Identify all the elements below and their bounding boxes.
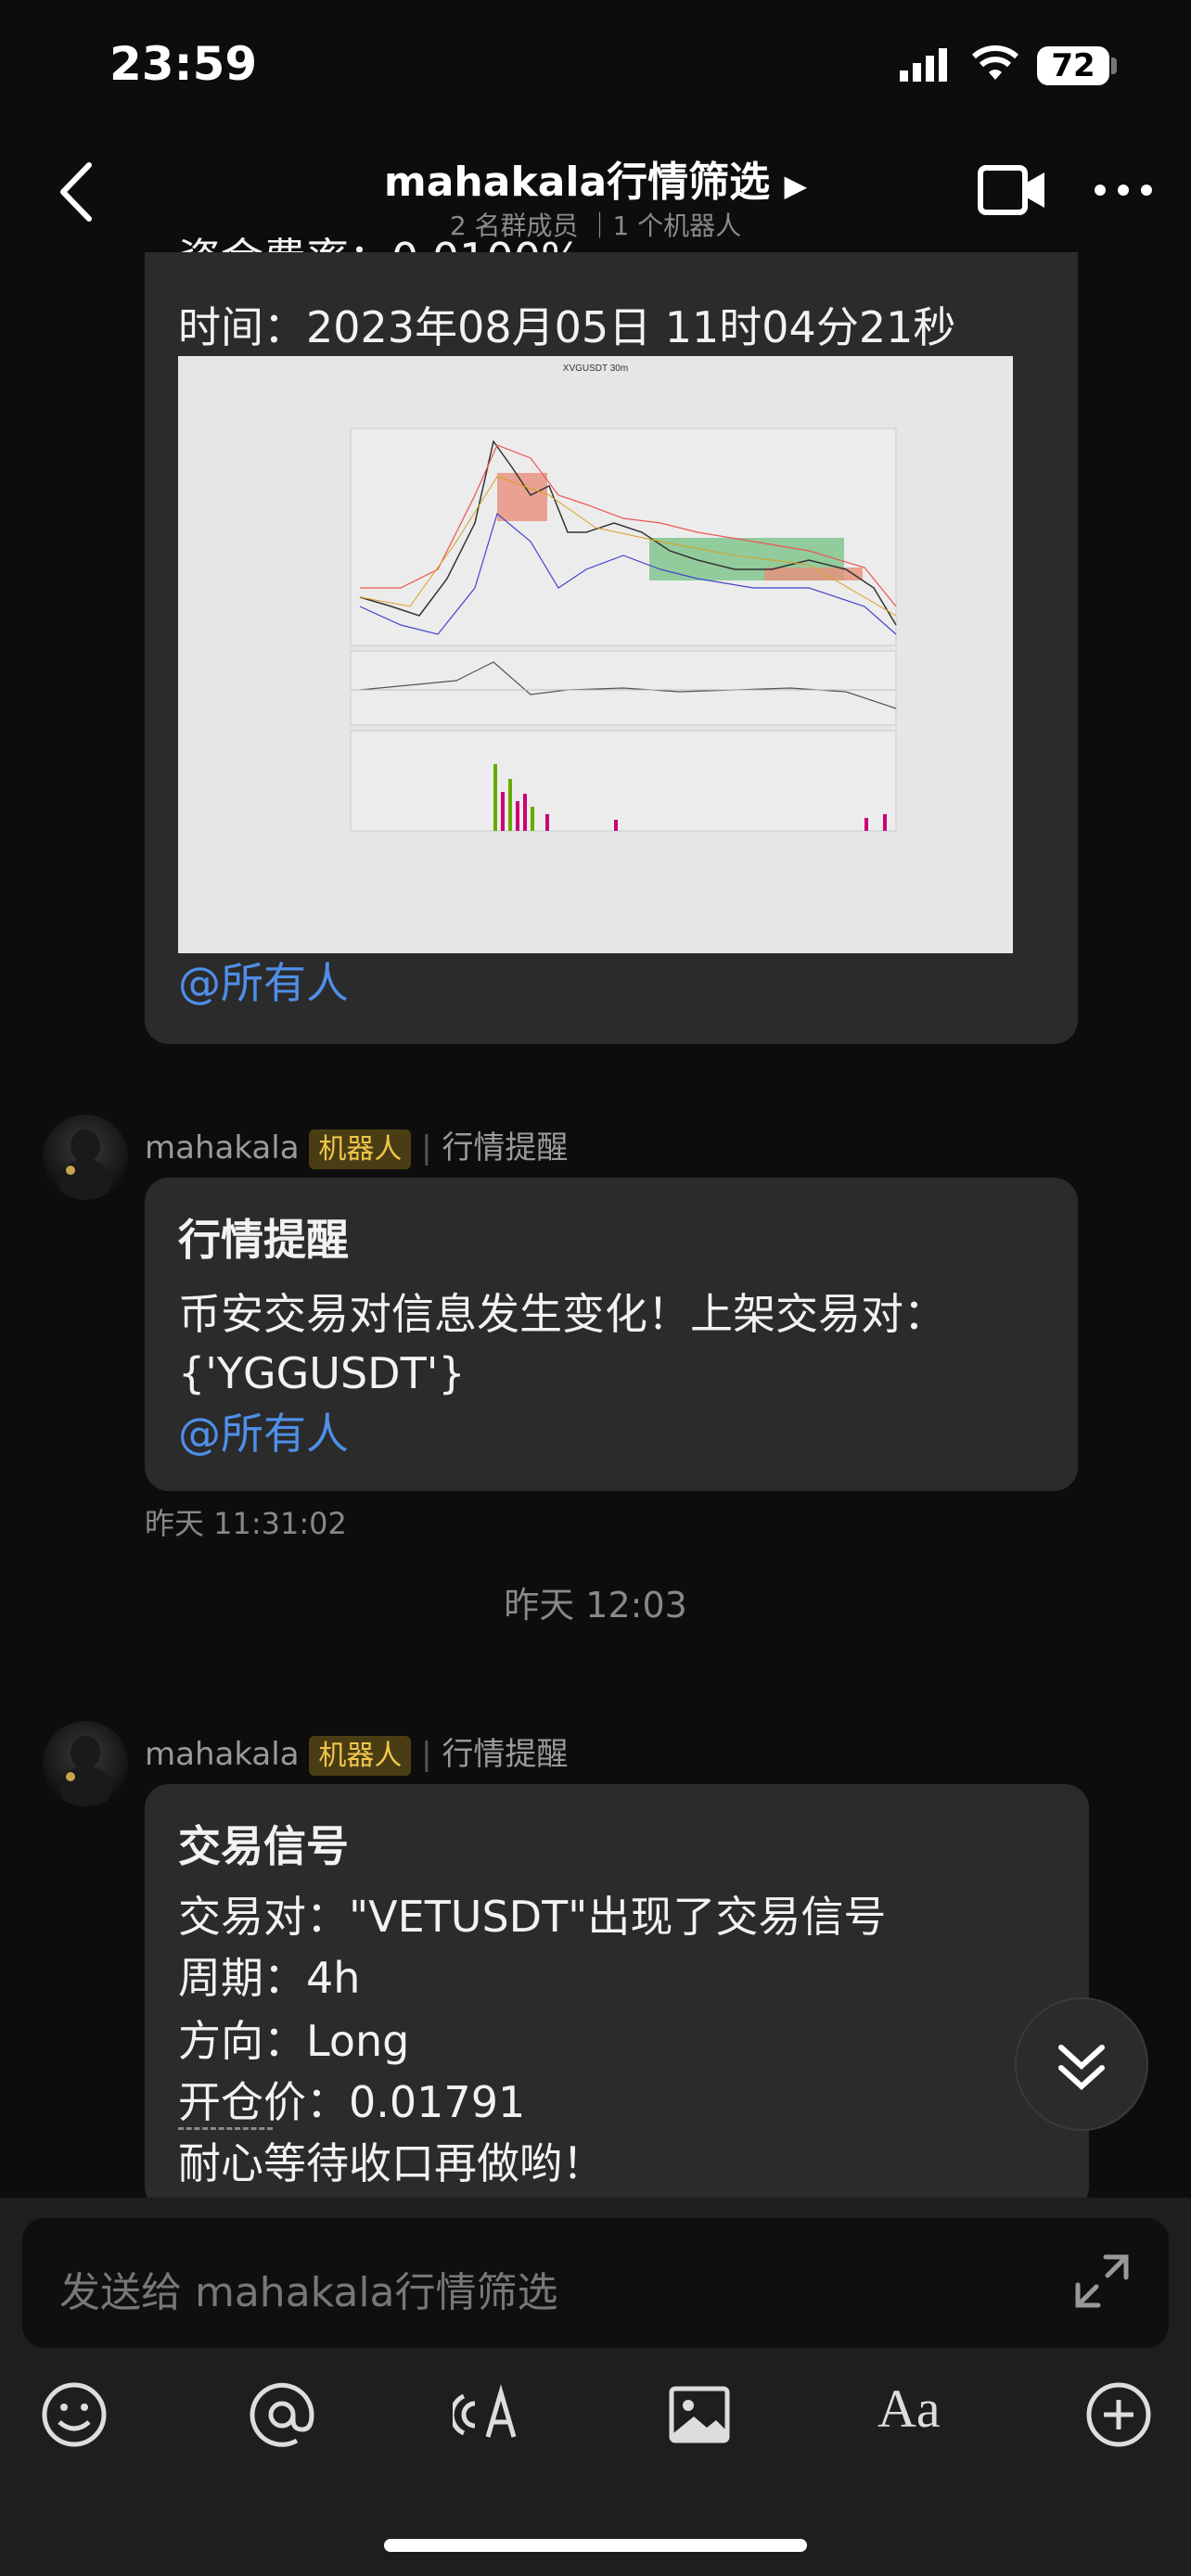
message-line: 币安交易对信息发生变化！上架交易对： (178, 1289, 946, 1339)
sender-name: mahakala (145, 1129, 300, 1167)
message-line: 方向：Long (178, 2016, 410, 2066)
avatar-figure-icon (59, 1129, 111, 1200)
emoji-icon[interactable] (37, 2378, 111, 2452)
time-line: 时间：2023年08月05日 11时04分21秒 (178, 302, 956, 352)
sender-name: mahakala (145, 1736, 300, 1773)
add-icon[interactable] (1082, 2378, 1156, 2452)
mention-all-link[interactable]: @所有人 (178, 950, 349, 1011)
sender-row: mahakala 机器人 | 行情提醒 (145, 1728, 569, 1776)
partial-text-line: 资金费率：0.0100% (178, 234, 582, 252)
image-icon[interactable] (662, 2378, 736, 2452)
message-line: 周期：4h (178, 1953, 361, 2003)
double-chevron-down-icon (1058, 2045, 1105, 2091)
voice-to-text-icon[interactable] (453, 2378, 527, 2452)
home-indicator (384, 2539, 807, 2552)
group-label: 行情提醒 (442, 1129, 569, 1167)
bot-tag: 机器人 (309, 1129, 412, 1169)
message-title: 交易信号 (178, 1821, 349, 1871)
sender-avatar[interactable] (43, 1721, 128, 1806)
message-line: {'YGGUSDT'} (178, 1348, 466, 1398)
avatar-figure-icon (59, 1736, 111, 1806)
scroll-to-bottom-button[interactable] (1015, 1997, 1148, 2131)
message-timestamp: 昨天 11:31:02 (145, 1506, 347, 1541)
signal-icon (900, 48, 947, 82)
message-title: 行情提醒 (178, 1215, 349, 1265)
sender-row: mahakala 机器人 | 行情提醒 (145, 1122, 569, 1169)
sender-avatar[interactable] (43, 1115, 128, 1200)
mention-icon[interactable] (245, 2378, 319, 2452)
video-call-icon[interactable] (978, 163, 1048, 217)
message-line: 开仓价：0.01791 (178, 2077, 526, 2127)
message-line: 耐心等待收口再做哟！ (178, 2138, 605, 2188)
chart-plot (350, 427, 897, 832)
expand-icon[interactable] (1072, 2251, 1132, 2311)
chart-image[interactable]: XVGUSDT 30m (178, 356, 1013, 953)
group-label: 行情提醒 (442, 1736, 569, 1773)
battery-tip (1111, 57, 1117, 74)
mention-all-link[interactable]: @所有人 (178, 1400, 349, 1461)
wifi-icon (971, 45, 1019, 80)
message-line: 交易对："VETUSDT"出现了交易信号 (178, 1892, 887, 1942)
more-icon[interactable] (1093, 182, 1154, 198)
time-divider: 昨天 12:03 (504, 1585, 687, 1626)
input-placeholder: 发送给 mahakala行情筛选 (59, 2269, 558, 2316)
battery-indicator: 72 (1037, 46, 1109, 85)
underline-mark (178, 2127, 273, 2130)
bot-tag: 机器人 (309, 1736, 412, 1776)
font-format-button[interactable]: Aa (877, 2378, 941, 2440)
status-time: 23:59 (109, 37, 258, 91)
